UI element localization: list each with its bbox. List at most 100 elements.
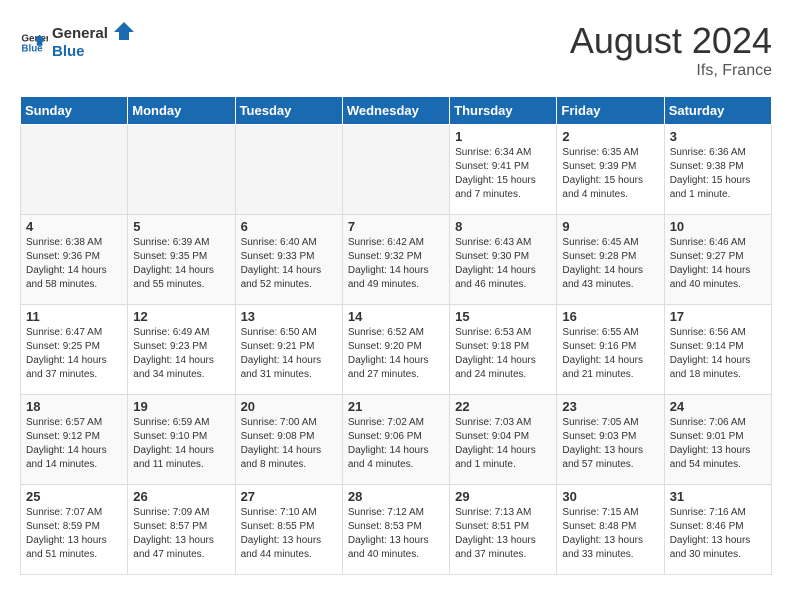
day-info: Sunrise: 7:05 AM Sunset: 9:03 PM Dayligh…: [562, 416, 658, 472]
day-info: Sunrise: 6:46 AM Sunset: 9:27 PM Dayligh…: [670, 236, 766, 292]
calendar-cell: 12 Sunrise: 6:49 AM Sunset: 9:23 PM Dayli…: [128, 305, 235, 395]
day-number: 20: [241, 399, 337, 414]
day-number: 6: [241, 219, 337, 234]
svg-text:General: General: [52, 25, 108, 42]
calendar-cell: 27 Sunrise: 7:10 AM Sunset: 8:55 PM Dayli…: [235, 485, 342, 575]
day-number: 18: [26, 399, 122, 414]
day-info: Sunrise: 6:49 AM Sunset: 9:23 PM Dayligh…: [133, 326, 229, 382]
calendar-cell: 11Sunrise: 6:47 AM Sunset: 9:25 PM Dayli…: [21, 305, 128, 395]
day-number: 7: [348, 219, 444, 234]
day-number: 14: [348, 309, 444, 324]
day-info: Sunrise: 6:38 AM Sunset: 9:36 PM Dayligh…: [26, 236, 122, 292]
day-number: 12: [133, 309, 229, 324]
calendar-cell: 23 Sunrise: 7:05 AM Sunset: 9:03 PM Dayli…: [557, 395, 664, 485]
day-info: Sunrise: 7:02 AM Sunset: 9:06 PM Dayligh…: [348, 416, 444, 472]
day-info: Sunrise: 7:13 AM Sunset: 8:51 PM Dayligh…: [455, 506, 551, 562]
day-number: 24: [670, 399, 766, 414]
calendar-cell: 9 Sunrise: 6:45 AM Sunset: 9:28 PM Daylig…: [557, 215, 664, 305]
day-number: 13: [241, 309, 337, 324]
week-row-3: 11Sunrise: 6:47 AM Sunset: 9:25 PM Dayli…: [21, 305, 772, 395]
day-info: Sunrise: 7:12 AM Sunset: 8:53 PM Dayligh…: [348, 506, 444, 562]
day-number: 25: [26, 489, 122, 504]
calendar-cell: 2Sunrise: 6:35 AM Sunset: 9:39 PM Daylig…: [557, 125, 664, 215]
calendar-cell: [342, 125, 449, 215]
day-number: 23: [562, 399, 658, 414]
day-number: 9: [562, 219, 658, 234]
day-info: Sunrise: 7:06 AM Sunset: 9:01 PM Dayligh…: [670, 416, 766, 472]
title-block: August 2024 Ifs, France: [570, 20, 772, 80]
calendar-cell: [128, 125, 235, 215]
day-info: Sunrise: 6:57 AM Sunset: 9:12 PM Dayligh…: [26, 416, 122, 472]
day-info: Sunrise: 6:43 AM Sunset: 9:30 PM Dayligh…: [455, 236, 551, 292]
calendar-cell: [235, 125, 342, 215]
calendar-cell: 3Sunrise: 6:36 AM Sunset: 9:38 PM Daylig…: [664, 125, 771, 215]
day-header-wednesday: Wednesday: [342, 97, 449, 125]
day-number: 28: [348, 489, 444, 504]
day-number: 26: [133, 489, 229, 504]
day-number: 5: [133, 219, 229, 234]
day-info: Sunrise: 6:59 AM Sunset: 9:10 PM Dayligh…: [133, 416, 229, 472]
day-info: Sunrise: 7:00 AM Sunset: 9:08 PM Dayligh…: [241, 416, 337, 472]
day-number: 21: [348, 399, 444, 414]
week-row-1: 1 Sunrise: 6:34 AM Sunset: 9:41 PM Daylig…: [21, 125, 772, 215]
calendar-cell: 16Sunrise: 6:55 AM Sunset: 9:16 PM Dayli…: [557, 305, 664, 395]
day-info: Sunrise: 7:09 AM Sunset: 8:57 PM Dayligh…: [133, 506, 229, 562]
week-row-4: 18 Sunrise: 6:57 AM Sunset: 9:12 PM Dayli…: [21, 395, 772, 485]
calendar-cell: 21 Sunrise: 7:02 AM Sunset: 9:06 PM Dayli…: [342, 395, 449, 485]
day-info: Sunrise: 7:16 AM Sunset: 8:46 PM Dayligh…: [670, 506, 766, 562]
logo: General Blue General Blue: [20, 20, 142, 65]
day-header-sunday: Sunday: [21, 97, 128, 125]
day-info: Sunrise: 6:56 AM Sunset: 9:14 PM Dayligh…: [670, 326, 766, 382]
day-number: 2: [562, 129, 658, 144]
day-info: Sunrise: 6:40 AM Sunset: 9:33 PM Dayligh…: [241, 236, 337, 292]
calendar-cell: 28 Sunrise: 7:12 AM Sunset: 8:53 PM Dayli…: [342, 485, 449, 575]
calendar-cell: 1 Sunrise: 6:34 AM Sunset: 9:41 PM Daylig…: [450, 125, 557, 215]
day-info: Sunrise: 7:10 AM Sunset: 8:55 PM Dayligh…: [241, 506, 337, 562]
calendar-cell: 6 Sunrise: 6:40 AM Sunset: 9:33 PM Daylig…: [235, 215, 342, 305]
month-title: August 2024: [570, 20, 772, 62]
calendar-cell: 17 Sunrise: 6:56 AM Sunset: 9:14 PM Dayli…: [664, 305, 771, 395]
day-header-tuesday: Tuesday: [235, 97, 342, 125]
calendar-cell: 8 Sunrise: 6:43 AM Sunset: 9:30 PM Daylig…: [450, 215, 557, 305]
calendar-cell: 19Sunrise: 6:59 AM Sunset: 9:10 PM Dayli…: [128, 395, 235, 485]
calendar-cell: 7 Sunrise: 6:42 AM Sunset: 9:32 PM Daylig…: [342, 215, 449, 305]
calendar-cell: 10 Sunrise: 6:46 AM Sunset: 9:27 PM Dayli…: [664, 215, 771, 305]
calendar-table: SundayMondayTuesdayWednesdayThursdayFrid…: [20, 96, 772, 575]
svg-text:Blue: Blue: [52, 43, 85, 60]
day-number: 3: [670, 129, 766, 144]
day-info: Sunrise: 7:03 AM Sunset: 9:04 PM Dayligh…: [455, 416, 551, 472]
logo-text: General Blue: [52, 20, 142, 65]
calendar-cell: 25 Sunrise: 7:07 AM Sunset: 8:59 PM Dayli…: [21, 485, 128, 575]
calendar-cell: 29Sunrise: 7:13 AM Sunset: 8:51 PM Dayli…: [450, 485, 557, 575]
day-number: 10: [670, 219, 766, 234]
calendar-cell: 31Sunrise: 7:16 AM Sunset: 8:46 PM Dayli…: [664, 485, 771, 575]
day-number: 27: [241, 489, 337, 504]
calendar-cell: 20 Sunrise: 7:00 AM Sunset: 9:08 PM Dayli…: [235, 395, 342, 485]
day-info: Sunrise: 6:55 AM Sunset: 9:16 PM Dayligh…: [562, 326, 658, 382]
day-info: Sunrise: 7:15 AM Sunset: 8:48 PM Dayligh…: [562, 506, 658, 562]
day-info: Sunrise: 6:34 AM Sunset: 9:41 PM Dayligh…: [455, 146, 551, 202]
calendar-cell: 15Sunrise: 6:53 AM Sunset: 9:18 PM Dayli…: [450, 305, 557, 395]
calendar-cell: 5Sunrise: 6:39 AM Sunset: 9:35 PM Daylig…: [128, 215, 235, 305]
day-info: Sunrise: 6:45 AM Sunset: 9:28 PM Dayligh…: [562, 236, 658, 292]
week-row-2: 4 Sunrise: 6:38 AM Sunset: 9:36 PM Daylig…: [21, 215, 772, 305]
calendar-cell: 14Sunrise: 6:52 AM Sunset: 9:20 PM Dayli…: [342, 305, 449, 395]
day-number: 8: [455, 219, 551, 234]
calendar-cell: 18 Sunrise: 6:57 AM Sunset: 9:12 PM Dayli…: [21, 395, 128, 485]
day-number: 22: [455, 399, 551, 414]
day-info: Sunrise: 6:42 AM Sunset: 9:32 PM Dayligh…: [348, 236, 444, 292]
calendar-cell: 30Sunrise: 7:15 AM Sunset: 8:48 PM Dayli…: [557, 485, 664, 575]
day-info: Sunrise: 7:07 AM Sunset: 8:59 PM Dayligh…: [26, 506, 122, 562]
calendar-cell: 24 Sunrise: 7:06 AM Sunset: 9:01 PM Dayli…: [664, 395, 771, 485]
week-row-5: 25 Sunrise: 7:07 AM Sunset: 8:59 PM Dayli…: [21, 485, 772, 575]
calendar-cell: 26 Sunrise: 7:09 AM Sunset: 8:57 PM Dayli…: [128, 485, 235, 575]
day-header-thursday: Thursday: [450, 97, 557, 125]
logo-icon: General Blue: [20, 29, 48, 57]
day-number: 17: [670, 309, 766, 324]
days-header-row: SundayMondayTuesdayWednesdayThursdayFrid…: [21, 97, 772, 125]
calendar-cell: 13Sunrise: 6:50 AM Sunset: 9:21 PM Dayli…: [235, 305, 342, 395]
calendar-cell: [21, 125, 128, 215]
day-number: 1: [455, 129, 551, 144]
day-number: 15: [455, 309, 551, 324]
day-number: 4: [26, 219, 122, 234]
